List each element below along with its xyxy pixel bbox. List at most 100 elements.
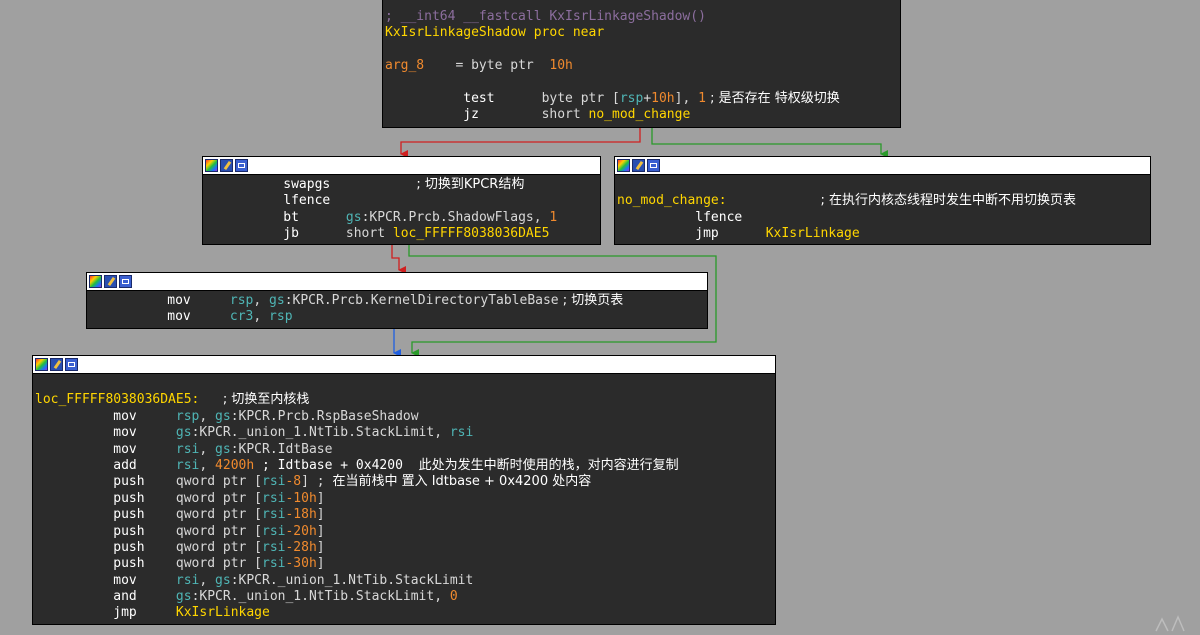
segment-register[interactable]: gs (269, 293, 285, 308)
register[interactable]: rsi (176, 458, 199, 473)
segment-register[interactable]: gs (346, 210, 362, 225)
code-line[interactable]: lfence (617, 210, 1150, 226)
code-line[interactable]: push qword ptr [rsi-18h] (35, 507, 775, 523)
mnemonic[interactable]: add (113, 458, 136, 473)
mnemonic[interactable]: swapgs (283, 177, 330, 192)
graph-icon[interactable] (119, 275, 132, 288)
code-line[interactable]: push qword ptr [rsi-28h] (35, 540, 775, 556)
palette-icon[interactable] (89, 275, 102, 288)
code-line[interactable]: mov gs:KPCR._union_1.NtTib.StackLimit, r… (35, 425, 775, 441)
register[interactable]: rsi (262, 556, 285, 571)
proc-declaration[interactable]: KxIsrLinkageShadow proc near (385, 25, 604, 40)
palette-icon[interactable] (205, 159, 218, 172)
edit-icon[interactable] (632, 159, 645, 172)
mnemonic[interactable]: and (113, 589, 136, 604)
code-line[interactable]: arg_8 = byte ptr 10h (385, 58, 900, 74)
code-line[interactable]: push qword ptr [rsi-10h] (35, 491, 775, 507)
mnemonic[interactable]: push (113, 556, 144, 571)
graph-node-no-mod-change[interactable]: no_mod_change: ; 在执行内核态线程时发生中断不用切换页表 lfe… (614, 156, 1151, 245)
mnemonic[interactable]: mov (167, 293, 190, 308)
code-line[interactable]: jb short loc_FFFFF8038036DAE5 (205, 226, 600, 242)
mnemonic[interactable]: push (113, 491, 144, 506)
segment-register[interactable]: gs (215, 442, 231, 457)
code-line[interactable]: mov rsp, gs:KPCR.Prcb.KernelDirectoryTab… (89, 293, 707, 309)
register[interactable]: cr3 (230, 309, 253, 324)
edit-icon[interactable] (220, 159, 233, 172)
segment-register[interactable]: gs (215, 409, 231, 424)
mnemonic[interactable]: mov (113, 425, 136, 440)
mnemonic[interactable]: jb (283, 226, 299, 241)
edit-icon[interactable] (104, 275, 117, 288)
jump-target-label[interactable]: KxIsrLinkage (766, 226, 860, 241)
code-line[interactable]: jz short no_mod_change (385, 107, 900, 123)
mnemonic[interactable]: bt (283, 210, 299, 225)
graph-icon[interactable] (647, 159, 660, 172)
mnemonic[interactable]: push (113, 524, 144, 539)
register[interactable]: rsi (176, 442, 199, 457)
code-line[interactable]: no_mod_change: ; 在执行内核态线程时发生中断不用切换页表 (617, 193, 1150, 209)
register[interactable]: rsi (262, 540, 285, 555)
mnemonic[interactable]: push (113, 474, 144, 489)
segment-register[interactable]: gs (176, 425, 192, 440)
register[interactable]: rsi (262, 507, 285, 522)
stack-var-name[interactable]: arg_8 (385, 58, 424, 73)
mnemonic[interactable]: jmp (695, 226, 718, 241)
mnemonic[interactable]: mov (113, 442, 136, 457)
node-header (33, 356, 775, 374)
register[interactable]: rsi (262, 491, 285, 506)
register[interactable]: rsp (176, 409, 199, 424)
graph-node-kernel-stack[interactable]: loc_FFFFF8038036DAE5: ; 切换至内核栈 mov rsp, … (32, 355, 776, 625)
mnemonic[interactable]: mov (167, 309, 190, 324)
code-line[interactable]: swapgs ; 切换到KPCR结构 (205, 177, 600, 193)
mnemonic[interactable]: mov (113, 409, 136, 424)
code-line[interactable]: ; __int64 __fastcall KxIsrLinkageShadow(… (385, 9, 900, 25)
code-line[interactable]: push qword ptr [rsi-20h] (35, 524, 775, 540)
jump-target-label[interactable]: loc_FFFFF8038036DAE5 (393, 226, 550, 241)
register[interactable]: rsp (230, 293, 253, 308)
jump-target-label[interactable]: KxIsrLinkage (176, 605, 270, 620)
segment-register[interactable]: gs (176, 589, 192, 604)
immediate: 1 (549, 209, 558, 225)
segment-register[interactable]: gs (215, 573, 231, 588)
mnemonic[interactable]: lfence (695, 210, 742, 225)
code-line[interactable]: loc_FFFFF8038036DAE5: ; 切换至内核栈 (35, 392, 775, 408)
register[interactable]: rsi (262, 474, 285, 489)
immediate: 10h (651, 90, 675, 106)
graph-node-swapgs[interactable]: swapgs ; 切换到KPCR结构 lfence bt gs:KPCR.Prc… (202, 156, 601, 245)
mnemonic[interactable]: jz (463, 107, 479, 122)
graph-icon[interactable] (235, 159, 248, 172)
code-line[interactable]: jmp KxIsrLinkage (35, 605, 775, 621)
code-line[interactable]: mov rsi, gs:KPCR._union_1.NtTib.StackLim… (35, 573, 775, 589)
register[interactable]: rsi (262, 524, 285, 539)
mnemonic[interactable]: lfence (283, 193, 330, 208)
graph-icon[interactable] (65, 358, 78, 371)
code-line[interactable]: mov rsi, gs:KPCR.IdtBase (35, 442, 775, 458)
code-line[interactable]: push qword ptr [rsi-30h] (35, 556, 775, 572)
code-line[interactable]: jmp KxIsrLinkage (617, 226, 1150, 242)
code-line[interactable]: test byte ptr [rsp+10h], 1 ; 是否存在 特权级切换 (385, 91, 900, 107)
code-line[interactable]: push qword ptr [rsi-8] ; 在当前栈中 置入 Idtbas… (35, 474, 775, 490)
jump-target-label[interactable]: no_mod_change (589, 107, 691, 122)
mnemonic[interactable]: mov (113, 573, 136, 588)
code-line[interactable]: add rsi, 4200h ; Idtbase + 0x4200 此处为发生中… (35, 458, 775, 474)
edit-icon[interactable] (50, 358, 63, 371)
graph-node-switch-cr3[interactable]: mov rsp, gs:KPCR.Prcb.KernelDirectoryTab… (86, 272, 708, 329)
mnemonic[interactable]: test (463, 91, 494, 106)
code-label[interactable]: no_mod_change: (617, 193, 727, 208)
code-line[interactable]: KxIsrLinkageShadow proc near (385, 25, 900, 41)
register[interactable]: rsi (176, 573, 199, 588)
mnemonic[interactable]: push (113, 540, 144, 555)
register[interactable]: rsp (269, 309, 292, 324)
code-line[interactable]: mov rsp, gs:KPCR.Prcb.RspBaseShadow (35, 409, 775, 425)
code-line[interactable]: lfence (205, 193, 600, 209)
graph-node-entry[interactable]: ; __int64 __fastcall KxIsrLinkageShadow(… (382, 0, 901, 128)
mnemonic[interactable]: jmp (113, 605, 136, 620)
code-line[interactable]: and gs:KPCR._union_1.NtTib.StackLimit, 0 (35, 589, 775, 605)
palette-icon[interactable] (35, 358, 48, 371)
mnemonic[interactable]: push (113, 507, 144, 522)
palette-icon[interactable] (617, 159, 630, 172)
register[interactable]: rsp (620, 91, 643, 106)
code-line[interactable]: mov cr3, rsp (89, 309, 707, 325)
code-label[interactable]: loc_FFFFF8038036DAE5: (35, 392, 199, 407)
code-line[interactable]: bt gs:KPCR.Prcb.ShadowFlags, 1 (205, 210, 600, 226)
